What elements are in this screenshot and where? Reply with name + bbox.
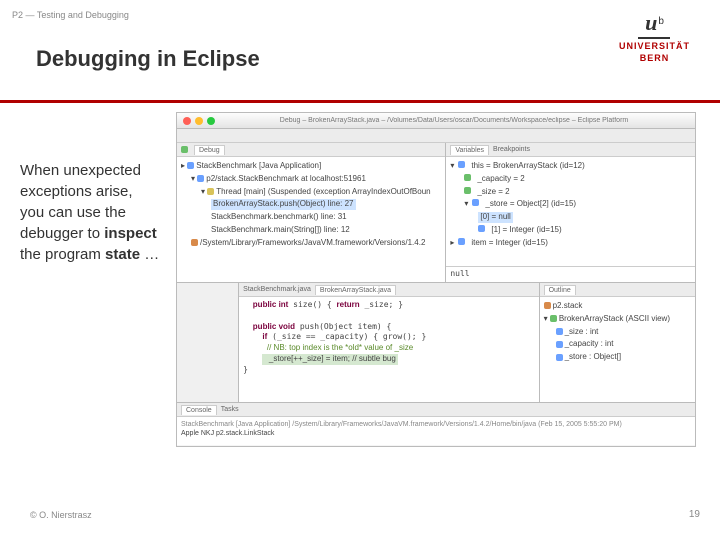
console-tabs: Console Tasks	[177, 403, 695, 417]
tab-tasks[interactable]: Tasks	[221, 406, 239, 413]
tab-outline[interactable]: Outline	[544, 285, 576, 295]
debug-frame-selected[interactable]: BrokenArrayStack.push(Object) line: 27	[181, 198, 441, 211]
debug-tree-app[interactable]: ▸ StackBenchmark [Java Application]	[181, 160, 441, 173]
debug-frame[interactable]: StackBenchmark.benchmark() line: 31	[181, 211, 441, 224]
logo-rule	[638, 37, 670, 39]
eclipse-screenshot: Debug – BrokenArrayStack.java – /Volumes…	[176, 112, 696, 447]
tab-debug[interactable]: Debug	[194, 145, 225, 155]
tab-editor-2[interactable]: BrokenArrayStack.java	[315, 285, 396, 295]
logo-letter-b: b	[658, 16, 664, 27]
debug-frame[interactable]: StackBenchmark.main(String[]) line: 12	[181, 224, 441, 237]
zoom-icon[interactable]	[207, 117, 215, 125]
debug-stack-tree[interactable]: ▸ StackBenchmark [Java Application] ▾ p2…	[177, 157, 445, 282]
window-titlebar: Debug – BrokenArrayStack.java – /Volumes…	[177, 113, 695, 129]
debug-view-tabs: Debug	[177, 143, 445, 157]
console-line: Apple NKJ p2.stack.LinkStack	[181, 429, 691, 438]
tab-variables[interactable]: Variables	[450, 145, 489, 155]
outline-field[interactable]: _size : int	[544, 326, 691, 339]
tab-console[interactable]: Console	[181, 405, 217, 415]
var-store-0[interactable]: [0] = null	[450, 211, 691, 224]
body-paragraph: When unexpected exceptions arise, you ca…	[20, 160, 160, 265]
university-logo: ub UNIVERSITÄT BERN	[619, 10, 690, 63]
outline-field[interactable]: _store : Object[]	[544, 351, 691, 364]
console-output[interactable]: StackBenchmark [Java Application] /Syste…	[177, 417, 695, 445]
tab-breakpoints[interactable]: Breakpoints	[493, 146, 530, 153]
body-strong-inspect: inspect	[104, 225, 157, 242]
toolbar	[177, 129, 695, 143]
outline-field[interactable]: _capacity : int	[544, 338, 691, 351]
page-title: Debugging in Eclipse	[36, 46, 260, 72]
tab-editor-1[interactable]: StackBenchmark.java	[243, 286, 311, 293]
var-this[interactable]: ▾ this = BrokenArrayStack (id=12)	[450, 160, 691, 173]
var-size[interactable]: _size = 2	[450, 186, 691, 199]
window-title: Debug – BrokenArrayStack.java – /Volumes…	[219, 117, 689, 124]
page-number: 19	[689, 509, 700, 520]
code-editor[interactable]: public int size() { return _size; } publ…	[239, 297, 538, 402]
var-store[interactable]: ▾ _store = Object[2] (id=15)	[450, 198, 691, 211]
body-text-3: …	[140, 246, 159, 263]
minimize-icon[interactable]	[195, 117, 203, 125]
logo-bern: BERN	[619, 53, 690, 63]
debug-tree-thread[interactable]: ▾ Thread [main] (Suspended (exception Ar…	[181, 186, 441, 199]
close-icon[interactable]	[183, 117, 191, 125]
vars-view-tabs: Variables Breakpoints	[446, 143, 695, 157]
editor-gutter	[177, 283, 238, 402]
variables-detail: null	[446, 266, 695, 282]
body-strong-state: state	[105, 246, 140, 263]
footer-copyright: © O. Nierstrasz	[30, 510, 92, 520]
body-text-2: the program	[20, 246, 105, 263]
outline-tree[interactable]: p2.stack ▾ BrokenArrayStack (ASCII view)…	[540, 297, 695, 402]
editor-tabs: StackBenchmark.java BrokenArrayStack.jav…	[239, 283, 538, 297]
var-item[interactable]: ▸ item = Integer (id=15)	[450, 237, 691, 250]
var-capacity[interactable]: _capacity = 2	[450, 173, 691, 186]
outline-class[interactable]: ▾ BrokenArrayStack (ASCII view)	[544, 313, 691, 326]
logo-letter-u: u	[645, 10, 657, 35]
logo-univ: UNIVERSITÄT	[619, 41, 690, 51]
outline-pkg[interactable]: p2.stack	[544, 300, 691, 313]
var-store-1[interactable]: [1] = Integer (id=15)	[450, 224, 691, 237]
console-header: StackBenchmark [Java Application] /Syste…	[181, 420, 691, 429]
debug-tree-jvm: /System/Library/Frameworks/JavaVM.framew…	[181, 237, 441, 250]
bug-icon	[181, 146, 188, 153]
breadcrumb: P2 — Testing and Debugging	[12, 10, 129, 20]
outline-tabs: Outline	[540, 283, 695, 297]
divider-red	[0, 100, 720, 103]
debug-tree-proc[interactable]: ▾ p2/stack.StackBenchmark at localhost:5…	[181, 173, 441, 186]
variables-tree[interactable]: ▾ this = BrokenArrayStack (id=12) _capac…	[446, 157, 695, 266]
